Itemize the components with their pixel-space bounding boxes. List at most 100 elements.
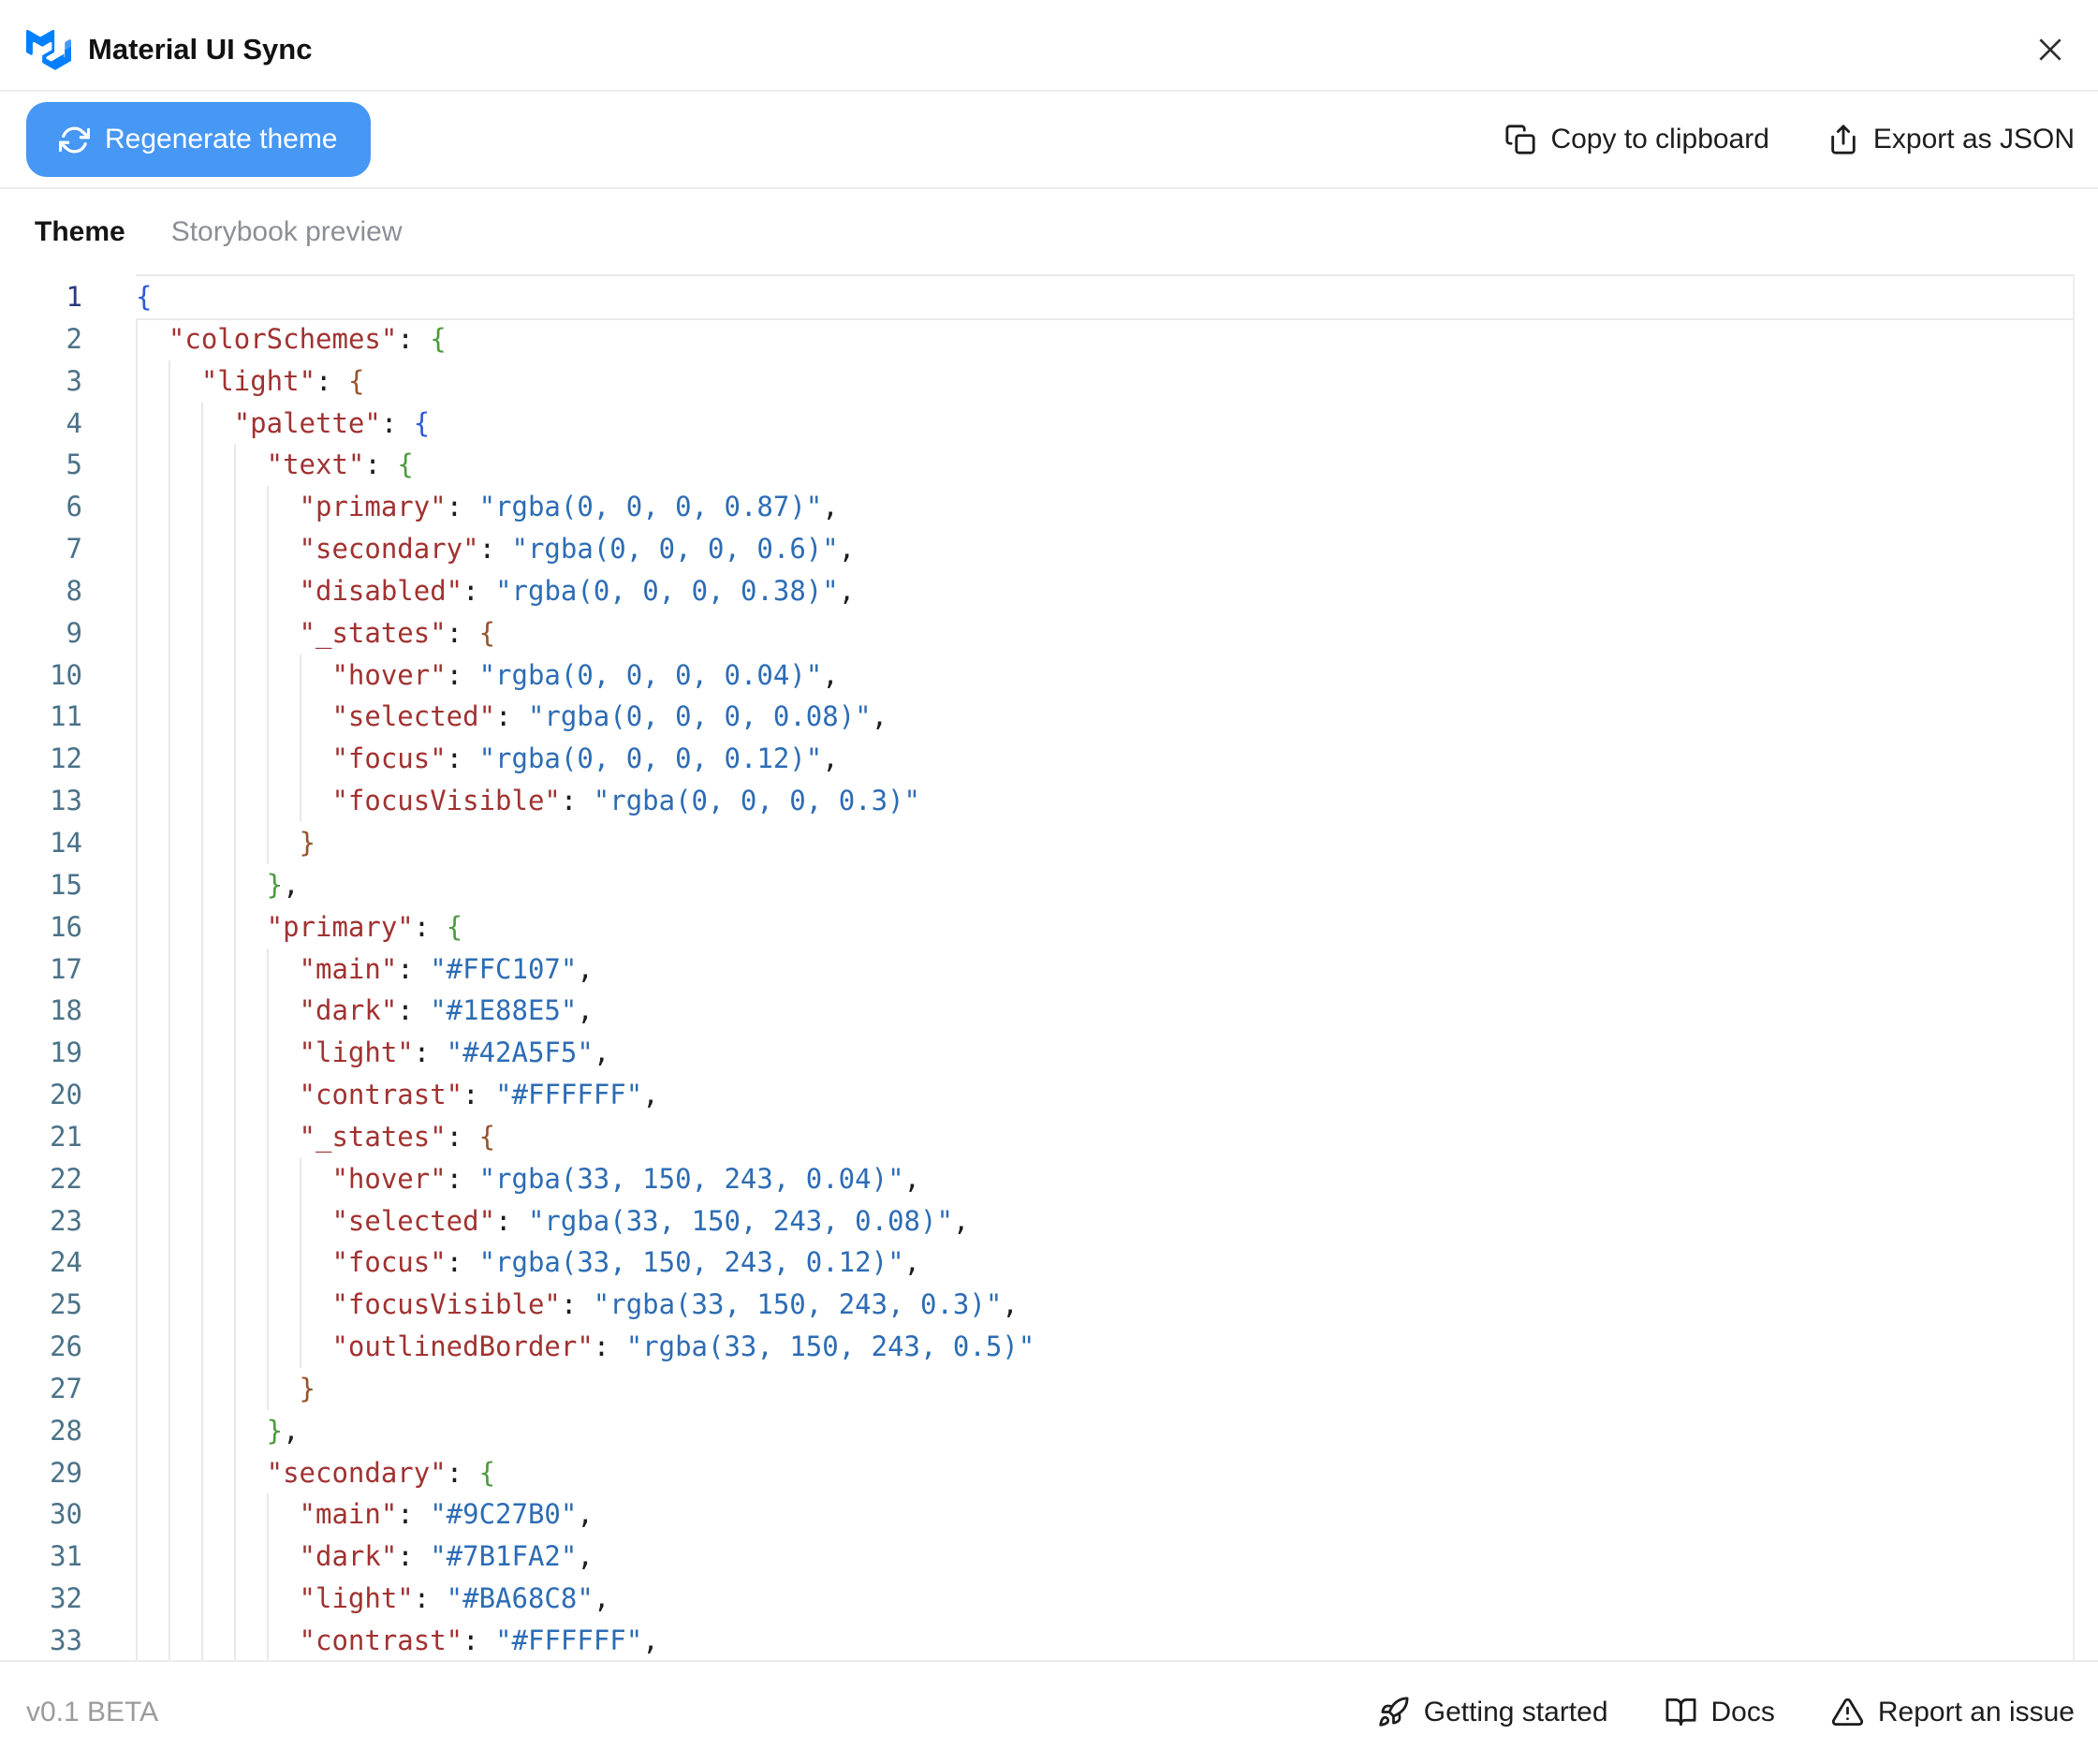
code-token: "rgba(0, 0, 0, 0.6)" [512,533,839,565]
code-line[interactable]: "palette": { [136,403,2073,445]
indent-guide [136,696,169,738]
indent-guide [201,780,234,822]
code-line[interactable]: "dark": "#7B1FA2", [136,1536,2073,1578]
close-button[interactable] [2029,28,2072,71]
code-token: : [447,659,479,691]
code-token: : [397,1498,430,1530]
warning-icon [1831,1696,1864,1728]
editor-content[interactable]: {"colorSchemes": {"light": {"palette": {… [136,274,2073,1660]
line-number: 31 [0,1536,82,1578]
rocket-icon [1377,1696,1410,1728]
code-line[interactable]: "selected": "rgba(0, 0, 0, 0.08)", [136,696,2073,738]
mui-logo-icon [26,30,71,70]
code-line[interactable]: "dark": "#1E88E5", [136,990,2073,1032]
code-token: : [381,407,414,439]
code-line[interactable]: "hover": "rgba(33, 150, 243, 0.04)", [136,1158,2073,1200]
indent-guide [267,1158,300,1200]
code-token: , [594,1036,609,1068]
indent-guide [169,696,201,738]
code-token: { [348,365,364,397]
code-token: , [904,1163,920,1195]
code-token: "selected" [331,700,495,732]
code-line[interactable]: "secondary": { [136,1452,2073,1494]
code-line[interactable]: "secondary": "rgba(0, 0, 0, 0.6)", [136,528,2073,570]
code-line[interactable]: "contrast": "#FFFFFF", [136,1074,2073,1116]
indent-guide [201,444,234,486]
docs-link[interactable]: Docs [1665,1696,1775,1728]
code-token: , [839,533,855,565]
code-line[interactable]: "focus": "rgba(33, 150, 243, 0.12)", [136,1242,2073,1284]
code-line[interactable]: "selected": "rgba(33, 150, 243, 0.08)", [136,1200,2073,1242]
tab-storybook-preview[interactable]: Storybook preview [171,216,403,248]
code-token: : [397,994,430,1026]
export-as-json-label: Export as JSON [1873,124,2075,155]
indent-guide [267,696,300,738]
code-line[interactable]: "_states": { [136,612,2073,654]
indent-guide [201,1032,234,1074]
code-line[interactable]: "primary": "rgba(0, 0, 0, 0.87)", [136,486,2073,528]
code-line[interactable]: { [136,276,2073,318]
indent-guide [267,1493,300,1536]
code-line[interactable]: "hover": "rgba(0, 0, 0, 0.04)", [136,654,2073,697]
code-token: , [1002,1288,1018,1320]
regenerate-theme-button[interactable]: Regenerate theme [26,102,371,177]
code-line[interactable]: }, [136,864,2073,906]
indent-guide [234,1493,267,1536]
indent-guide [267,1578,300,1620]
code-token: : [414,911,447,943]
code-line[interactable]: "primary": { [136,906,2073,948]
indent-guide [234,1620,267,1660]
code-line[interactable]: "focusVisible": "rgba(33, 150, 243, 0.3)… [136,1284,2073,1326]
code-token: : [561,1288,594,1320]
code-line[interactable]: "light": "#BA68C8", [136,1578,2073,1620]
code-token: : [462,1079,495,1110]
code-line[interactable]: } [136,1368,2073,1410]
code-token: "disabled" [300,575,463,607]
indent-guide [136,486,169,528]
code-line[interactable]: "outlinedBorder": "rgba(33, 150, 243, 0.… [136,1326,2073,1368]
code-token: , [642,1624,658,1656]
code-line[interactable]: "main": "#9C27B0", [136,1493,2073,1536]
line-number: 21 [0,1116,82,1158]
indent-guide [169,906,201,948]
code-token: "colorSchemes" [169,323,397,355]
indent-guide [267,570,300,612]
code-token: "_states" [300,1121,447,1153]
theme-code-editor[interactable]: 1234567891011121314151617181920212223242… [0,274,2098,1662]
code-line[interactable]: "_states": { [136,1116,2073,1158]
code-token: "rgba(33, 150, 243, 0.3)" [594,1288,1003,1320]
code-line[interactable]: "disabled": "rgba(0, 0, 0, 0.38)", [136,570,2073,612]
code-token: , [872,700,888,732]
line-number: 9 [0,612,82,654]
tab-theme[interactable]: Theme [35,216,125,248]
line-number: 10 [0,654,82,697]
code-line[interactable]: }, [136,1410,2073,1452]
indent-guide [267,1326,300,1368]
code-line[interactable]: "main": "#FFC107", [136,948,2073,991]
code-line[interactable]: "focus": "rgba(0, 0, 0, 0.12)", [136,738,2073,780]
code-line[interactable]: "focusVisible": "rgba(0, 0, 0, 0.3)" [136,780,2073,822]
copy-to-clipboard-button[interactable]: Copy to clipboard [1504,124,1768,155]
code-token: } [300,1373,315,1404]
getting-started-link[interactable]: Getting started [1377,1696,1608,1728]
indent-guide [169,360,201,403]
code-line[interactable]: "contrast": "#FFFFFF", [136,1620,2073,1660]
indent-guide [234,1578,267,1620]
report-an-issue-link[interactable]: Report an issue [1831,1696,2075,1728]
export-as-json-button[interactable]: Export as JSON [1827,124,2075,155]
indent-guide [169,1536,201,1578]
code-token: , [822,742,838,774]
code-token: "#1E88E5" [430,994,577,1026]
code-token: "text" [267,448,365,480]
code-line[interactable]: "light": "#42A5F5", [136,1032,2073,1074]
code-line[interactable]: "colorSchemes": { [136,318,2073,360]
indent-guide [201,1493,234,1536]
indent-guide [136,1158,169,1200]
indent-guide [169,864,201,906]
code-token: : [447,1163,479,1195]
code-line[interactable]: "light": { [136,360,2073,403]
code-token: { [447,911,462,943]
code-line[interactable]: "text": { [136,444,2073,486]
code-token: { [397,448,413,480]
code-line[interactable]: } [136,822,2073,864]
